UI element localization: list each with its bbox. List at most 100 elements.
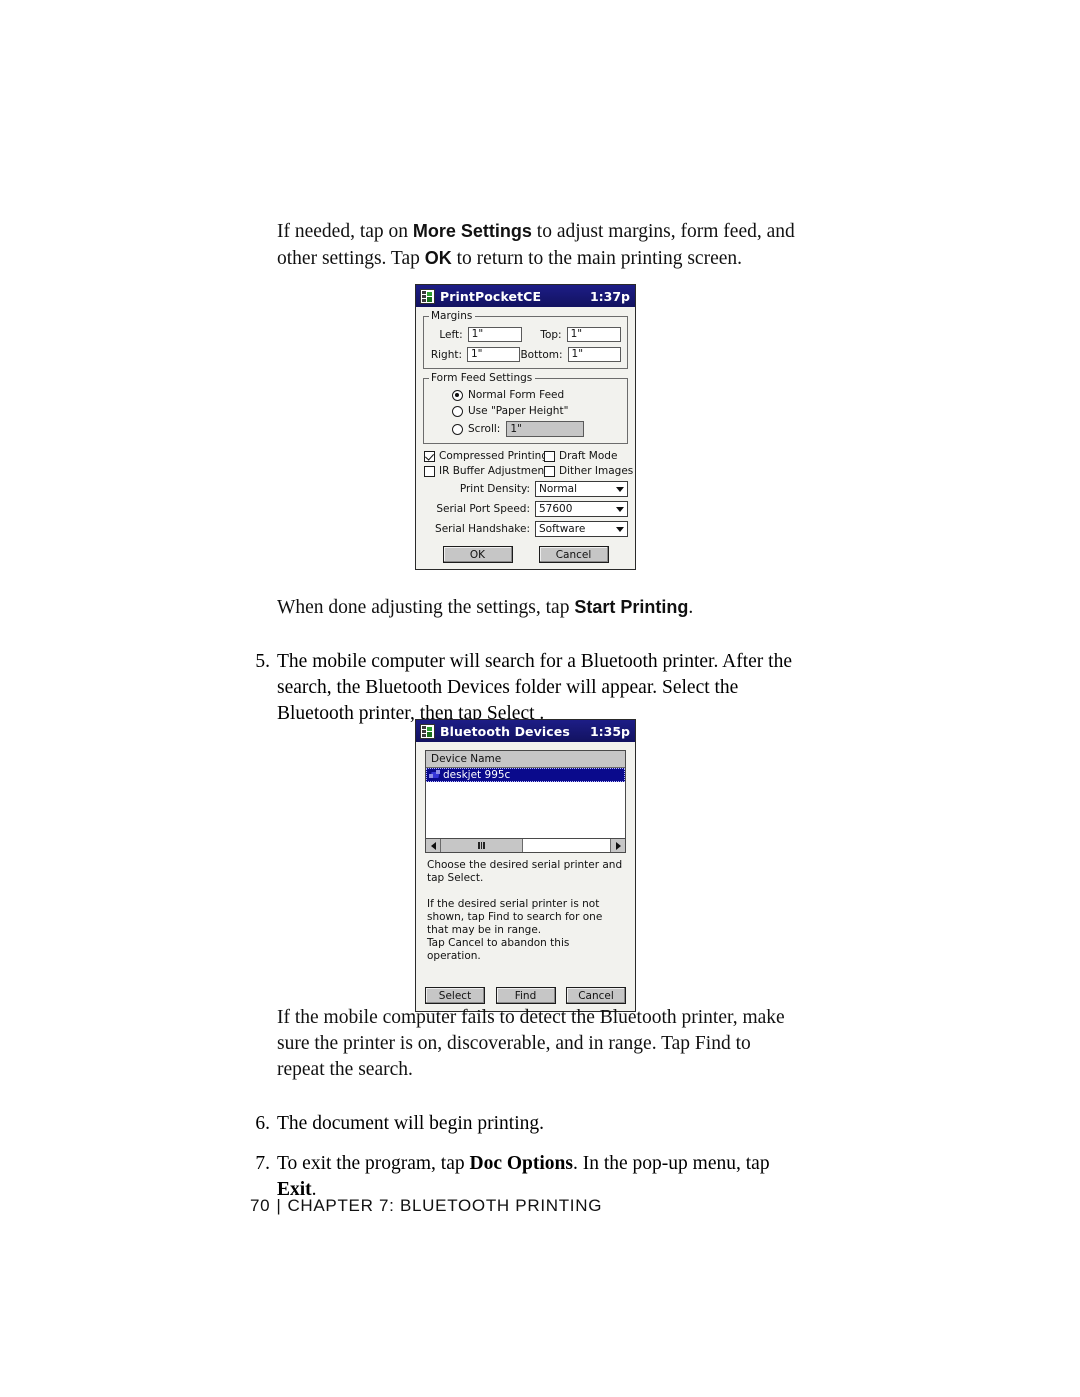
right-margin-input[interactable]: 1"	[467, 347, 521, 362]
serial-handshake-label: Serial Handshake:	[435, 523, 530, 535]
step-6-text: The document will begin printing.	[277, 1113, 544, 1134]
printpocketce-body: Margins Left: 1" Top: 1" Right: 1" Botto…	[416, 307, 635, 569]
lower-text-block: If the mobile computer fails to detect t…	[250, 1005, 795, 1203]
print-density-value: Normal	[539, 482, 577, 495]
radio-scroll[interactable]: Scroll: 1"	[452, 421, 621, 437]
printpocketce-title: PrintPocketCE	[440, 288, 542, 304]
radio-use-paper-height[interactable]: Use "Paper Height"	[452, 405, 621, 417]
checkbox-dither-images[interactable]: Dither Images	[544, 465, 633, 477]
bluetooth-body: Device Name deskjet 995c Choose the desi…	[416, 742, 635, 1011]
device-list-column-header: Device Name	[426, 751, 625, 768]
step-5-number: 5.	[255, 651, 270, 672]
margins-legend: Margins	[429, 310, 476, 322]
start-printing-bold: Start Printing	[574, 597, 689, 617]
checkbox-compressed-printing-label: Compressed Printing	[439, 450, 548, 462]
margins-group: Margins Left: 1" Top: 1" Right: 1" Botto…	[423, 310, 628, 369]
select-button[interactable]: Select	[425, 987, 485, 1004]
margins-row-top: Left: 1" Top: 1"	[430, 327, 621, 342]
scroll-right-button[interactable]	[610, 839, 625, 852]
printpocketce-titlebar: PrintPocketCE 1:37p	[416, 285, 635, 307]
bluetooth-titlebar: Bluetooth Devices 1:35p	[416, 720, 635, 742]
left-margin-input[interactable]: 1"	[467, 327, 523, 342]
list-item[interactable]: deskjet 995c	[426, 768, 625, 782]
checkbox-dither-images-icon	[544, 465, 555, 477]
mid-text-block: When done adjusting the settings, tap St…	[250, 594, 795, 727]
radio-scroll-label: Scroll:	[468, 423, 501, 435]
form-feed-group: Form Feed Settings Normal Form Feed Use …	[423, 372, 628, 444]
device-list-body: deskjet 995c	[426, 768, 625, 838]
intro-bold-ok: OK	[424, 248, 452, 268]
step-7-number: 7.	[255, 1153, 270, 1174]
intro-text-3: to return to the main printing screen.	[451, 248, 743, 269]
checkbox-draft-mode[interactable]: Draft Mode	[544, 450, 633, 462]
checkbox-dither-images-label: Dither Images	[559, 465, 634, 477]
scroll-value-input[interactable]: 1"	[506, 421, 585, 437]
printpocketce-clock: 1:37p	[589, 288, 630, 304]
step-6: 6. The document will begin printing.	[250, 1111, 795, 1137]
step-6-number: 6.	[255, 1113, 270, 1134]
checkbox-compressed-printing[interactable]: Compressed Printing	[424, 450, 548, 462]
margins-row-bottom: Right: 1" Bottom: 1"	[430, 347, 621, 362]
intro-text-1: If needed, tap on	[277, 221, 413, 242]
print-density-label: Print Density:	[459, 483, 530, 495]
printpocketce-app-icon	[420, 288, 435, 304]
step-5-text: The mobile computer will search for a Bl…	[277, 651, 792, 724]
checkbox-compressed-printing-icon	[424, 450, 435, 462]
intro-paragraph: If needed, tap on More Settings to adjus…	[277, 218, 795, 272]
start-printing-text-2: .	[688, 597, 694, 618]
checkbox-draft-mode-label: Draft Mode	[559, 450, 618, 462]
bluetooth-app-icon	[420, 723, 435, 739]
serial-port-speed-row: Serial Port Speed: 57600	[423, 501, 628, 517]
checkbox-ir-buffer-adjustment-icon	[424, 465, 435, 477]
print-options-checkbox-grid: Compressed Printing Draft Mode IR Buffer…	[424, 450, 633, 477]
bluetooth-instructions-2: If the desired serial printer is not sho…	[427, 898, 603, 936]
radio-scroll-icon	[452, 423, 463, 435]
footer-chapter-title: CHAPTER 7: BLUETOOTH PRINTING	[287, 1196, 603, 1215]
print-density-row: Print Density: Normal	[423, 481, 628, 497]
checkbox-ir-buffer-adjustment[interactable]: IR Buffer Adjustment	[424, 465, 548, 477]
serial-handshake-row: Serial Handshake: Software	[423, 521, 628, 537]
device-list[interactable]: Device Name deskjet 995c	[425, 750, 626, 839]
bluetooth-button-row: Select Find Cancel	[425, 987, 626, 1004]
top-margin-input[interactable]: 1"	[566, 327, 621, 342]
cancel-button[interactable]: Cancel	[538, 546, 609, 563]
start-printing-paragraph: When done adjusting the settings, tap St…	[277, 594, 795, 621]
page-footer: 70 | CHAPTER 7: BLUETOOTH PRINTING	[250, 1196, 602, 1216]
bottom-margin-label: Bottom:	[520, 348, 563, 361]
checkbox-draft-mode-icon	[544, 450, 555, 462]
step-7-text-1: To exit the program, tap	[277, 1153, 470, 1174]
step-7-text-2: . In the pop-up menu, tap	[572, 1153, 770, 1174]
printpocketce-button-row: OK Cancel	[423, 546, 628, 563]
bluetooth-devices-dialog[interactable]: Bluetooth Devices 1:35p Device Name desk…	[415, 719, 636, 1012]
right-margin-label: Right:	[430, 348, 462, 361]
left-margin-label: Left:	[439, 328, 463, 341]
ok-button[interactable]: OK	[442, 546, 513, 563]
radio-normal-form-feed-label: Normal Form Feed	[468, 389, 565, 401]
serial-port-speed-label: Serial Port Speed:	[436, 503, 530, 515]
bottom-margin-input[interactable]: 1"	[567, 347, 621, 362]
serial-handshake-value: Software	[539, 522, 586, 535]
checkbox-ir-buffer-adjustment-label: IR Buffer Adjustment	[439, 465, 549, 477]
document-page: If needed, tap on More Settings to adjus…	[0, 0, 1080, 1397]
serial-port-speed-value: 57600	[539, 502, 573, 515]
printpocketce-dialog[interactable]: PrintPocketCE 1:37p Margins Left: 1" Top…	[415, 284, 636, 570]
scrollbar-track[interactable]	[523, 839, 610, 852]
radio-use-paper-height-icon	[452, 405, 463, 417]
scrollbar-thumb[interactable]	[441, 839, 523, 852]
step-5: 5. The mobile computer will search for a…	[250, 649, 795, 727]
scroll-left-button[interactable]	[426, 839, 441, 852]
horizontal-scrollbar[interactable]	[425, 839, 626, 853]
intro-bold-more-settings: More Settings	[412, 221, 532, 241]
chevron-down-icon	[613, 482, 627, 496]
form-feed-legend: Form Feed Settings	[429, 372, 536, 384]
step-7-bold-doc-options: Doc Options	[469, 1153, 573, 1174]
find-button[interactable]: Find	[495, 987, 556, 1004]
serial-port-speed-select[interactable]: 57600	[535, 501, 628, 517]
radio-normal-form-feed[interactable]: Normal Form Feed	[452, 389, 621, 401]
retry-paragraph: If the mobile computer fails to detect t…	[277, 1007, 785, 1080]
print-density-select[interactable]: Normal	[535, 481, 628, 497]
chevron-down-icon	[613, 502, 627, 516]
serial-handshake-select[interactable]: Software	[535, 521, 628, 537]
bluetooth-cancel-button[interactable]: Cancel	[566, 987, 626, 1004]
start-printing-text-1: When done adjusting the settings, tap	[277, 597, 575, 618]
